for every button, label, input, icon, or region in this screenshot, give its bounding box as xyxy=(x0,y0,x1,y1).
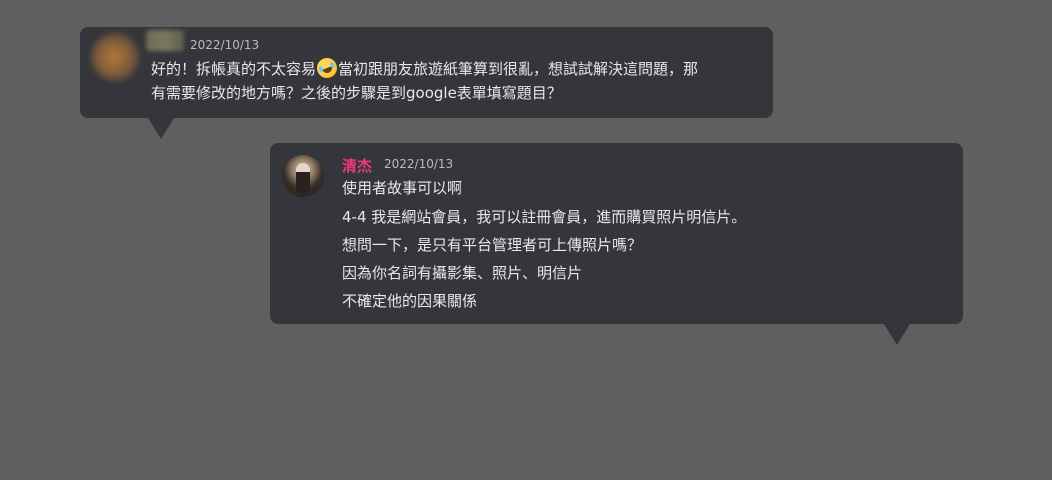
message-bubble-1: 2022/10/13 好的！拆帳真的不太容易 當初跟朋友旅遊紙筆算到很亂，想試試解… xyxy=(80,27,773,118)
message-timestamp: 2022/10/13 xyxy=(384,157,454,171)
message-text-line: 不確定他的因果關係 xyxy=(342,292,478,310)
message-text-line: 想問一下，是只有平台管理者可上傳照片嗎？ xyxy=(342,236,643,254)
rofl-emoji-icon xyxy=(314,55,340,81)
username-redacted xyxy=(146,30,184,51)
avatar-figure xyxy=(296,163,310,193)
message-text-line: 使用者故事可以啊 xyxy=(342,179,463,197)
message-bubble-2: 清杰 2022/10/13 使用者故事可以啊 4-4 我是網站會員，我可以註冊會… xyxy=(270,143,963,324)
message-text-line: 好的！拆帳真的不太容易 當初跟朋友旅遊紙筆算到很亂，想試試解決這問題，那 xyxy=(151,55,699,81)
message-text-line: 因為你名詞有攝影集、照片、明信片 xyxy=(342,264,583,282)
message-text-segment: 當初跟朋友旅遊紙筆算到很亂，想試試解決這問題，那 xyxy=(338,60,699,78)
avatar[interactable] xyxy=(282,155,324,197)
message-text-line: 有需要修改的地方嗎？之後的步驟是到google表單填寫題目？ xyxy=(151,84,562,102)
bubble-tail xyxy=(148,118,174,139)
message-text-segment: 好的！拆帳真的不太容易 xyxy=(151,60,317,78)
message-text-line: 4-4 我是網站會員，我可以註冊會員，進而購買照片明信片。 xyxy=(342,208,747,226)
message-timestamp: 2022/10/13 xyxy=(190,38,260,52)
bubble-tail xyxy=(884,324,910,345)
username[interactable]: 清杰 xyxy=(342,155,372,176)
avatar-blurred[interactable] xyxy=(91,33,139,81)
